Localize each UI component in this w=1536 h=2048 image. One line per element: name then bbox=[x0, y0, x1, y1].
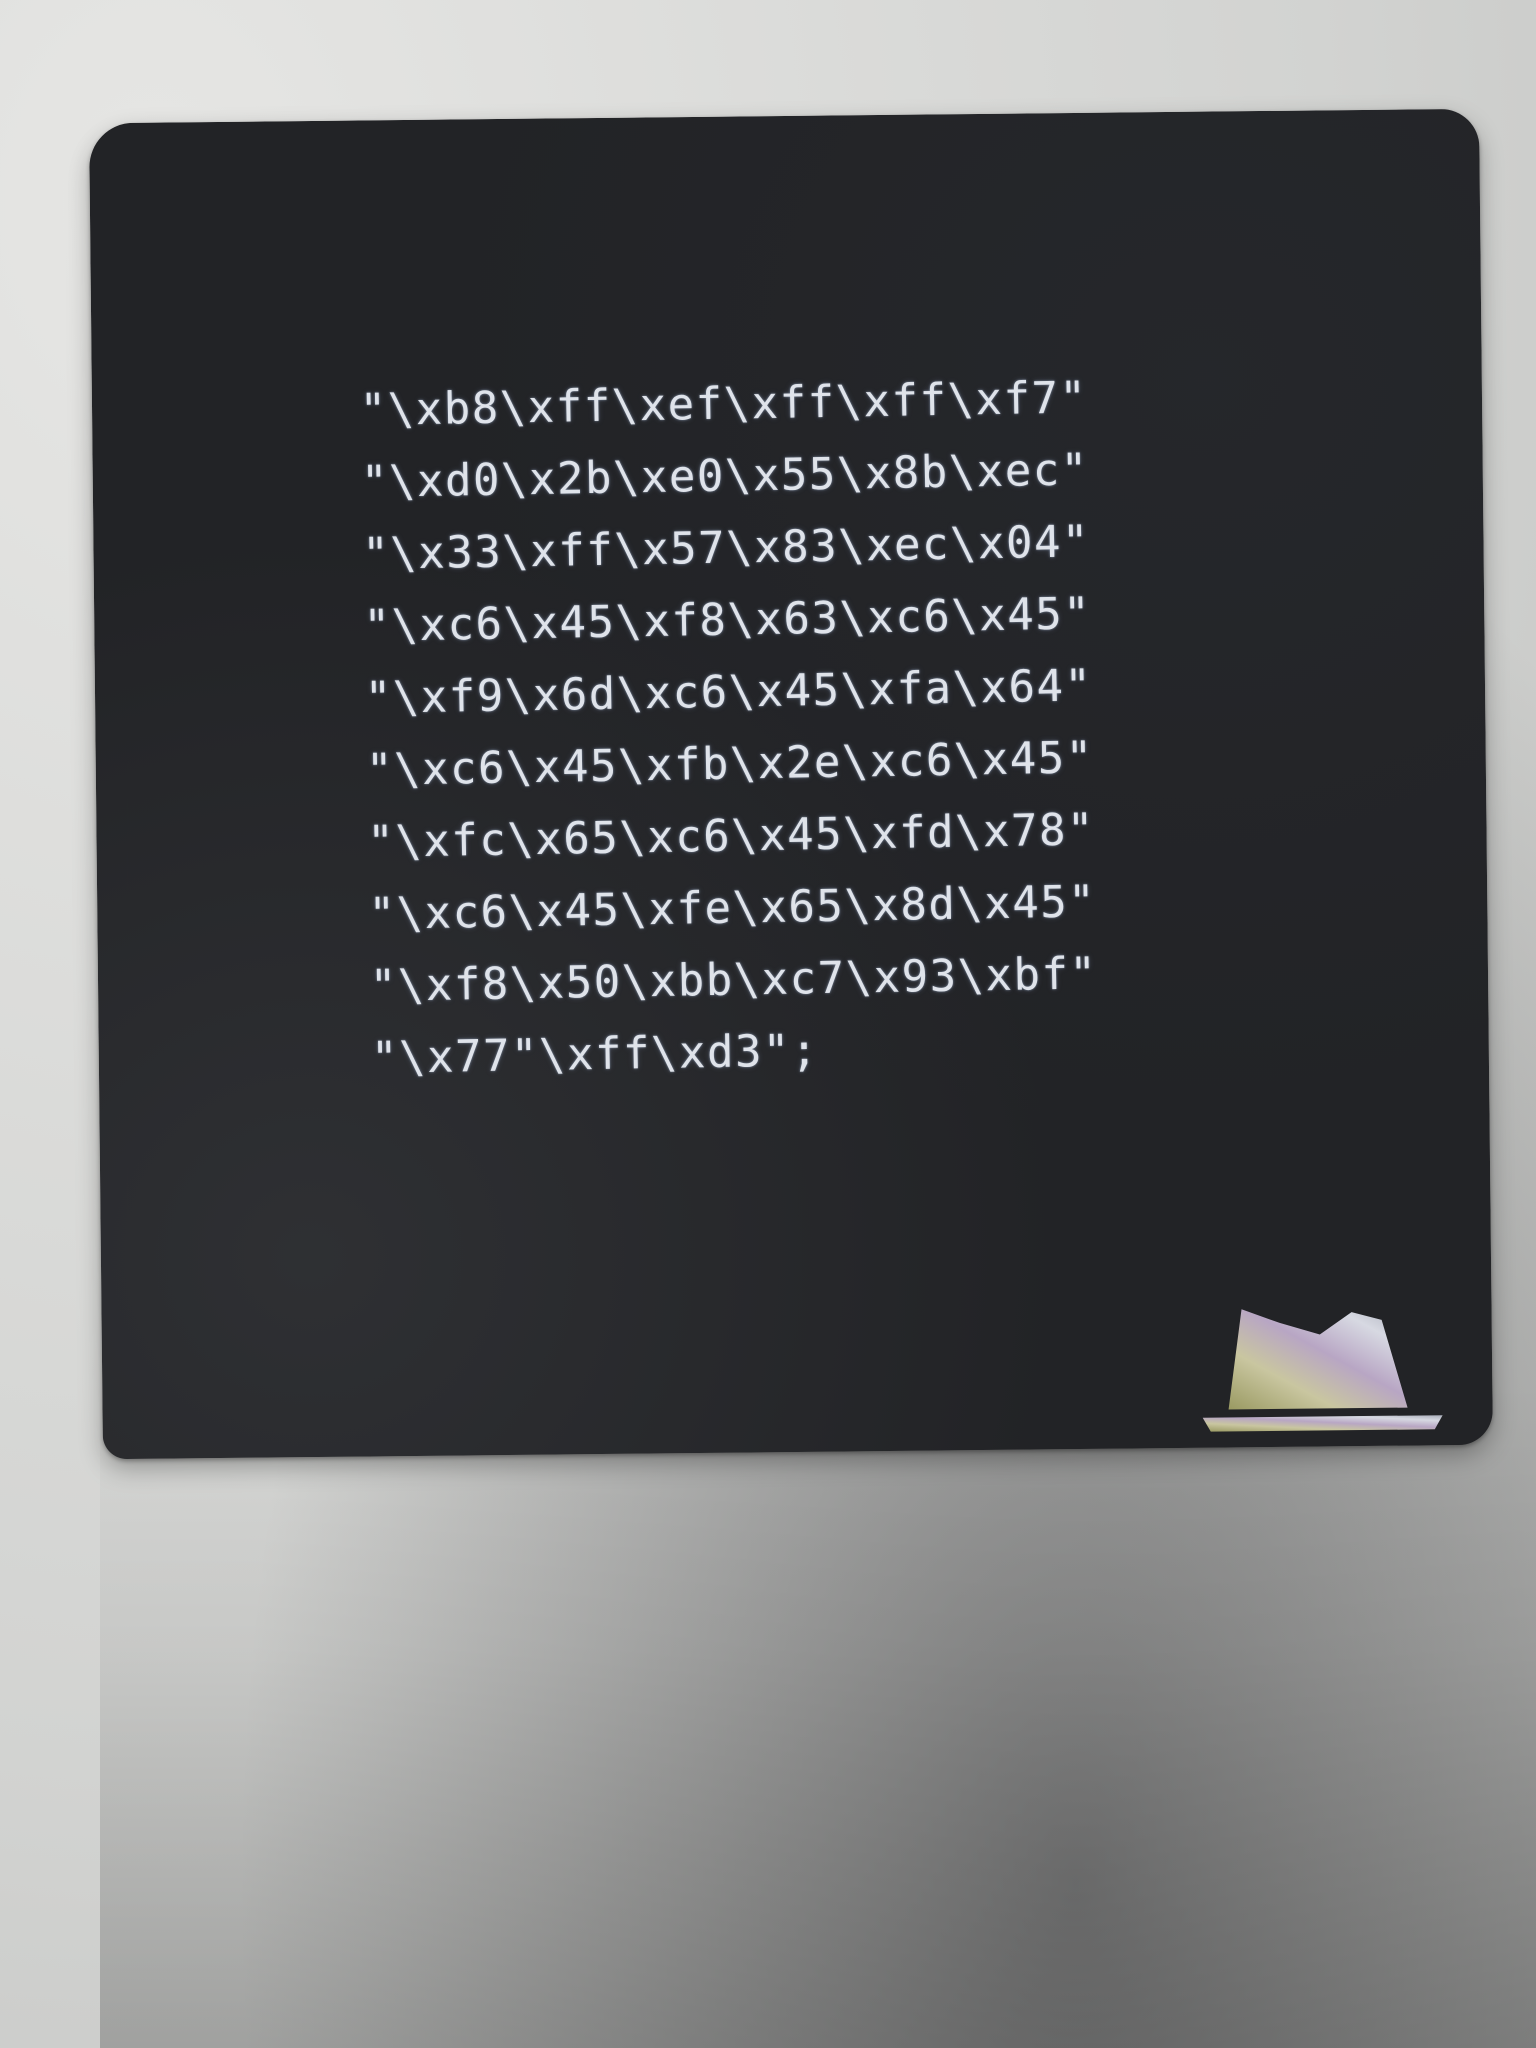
fedora-hat-icon bbox=[1202, 1309, 1443, 1432]
code-line-7: "\xfc\x65\xc6\x45\xfd\x78" bbox=[366, 804, 1096, 868]
code-line-5: "\xf9\x6d\xc6\x45\xfa\x64" bbox=[364, 660, 1093, 724]
code-line-2: "\xd0\x2b\xe0\x55\x8b\xec" bbox=[360, 444, 1090, 509]
business-card: "\xb8\xff\xef\xff\xff\xf7" "\xd0\x2b\xe0… bbox=[89, 108, 1493, 1460]
code-line-8: "\xc6\x45\xfe\x65\x8d\x45" bbox=[368, 876, 1097, 940]
code-line-6: "\xc6\x45\xfb\x2e\xc6\x45" bbox=[365, 732, 1095, 796]
code-line-1: "\xb8\xff\xef\xff\xff\xf7" bbox=[359, 372, 1088, 437]
code-line-10: "\x77"\xff\xd3"; bbox=[370, 1025, 820, 1084]
code-line-9: "\xf8\x50\xbb\xc7\x93\xbf" bbox=[369, 948, 1098, 1012]
table-shadow bbox=[100, 1380, 1536, 2048]
code-line-3: "\x33\xff\x57\x83\xec\x04" bbox=[361, 516, 1091, 581]
code-line-4: "\xc6\x45\xf8\x63\xc6\x45" bbox=[363, 588, 1092, 653]
shellcode-text-block: "\xb8\xff\xef\xff\xff\xf7" "\xd0\x2b\xe0… bbox=[359, 362, 1099, 1095]
